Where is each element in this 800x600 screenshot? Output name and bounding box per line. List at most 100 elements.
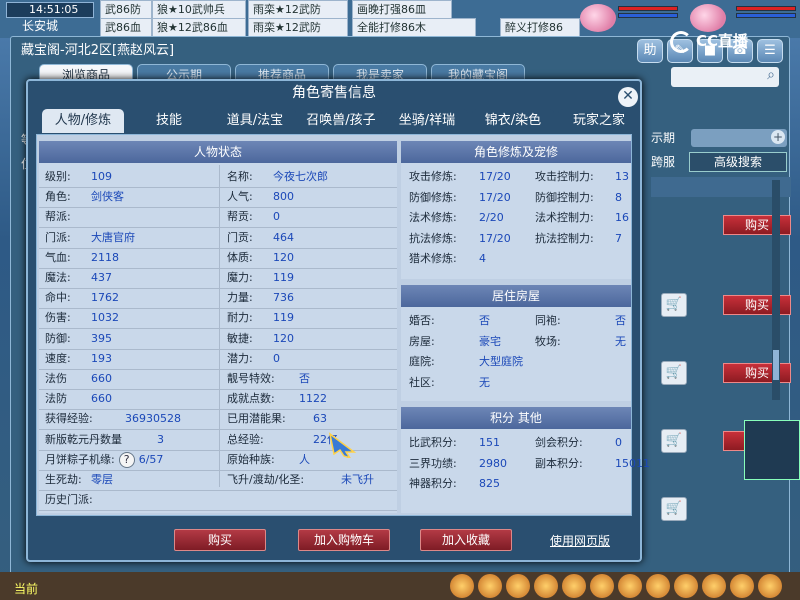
search-icon[interactable]: ⌕ bbox=[767, 67, 775, 83]
stat-label: 命中: bbox=[45, 291, 71, 305]
tab-character[interactable]: 人物/修炼 bbox=[42, 109, 124, 133]
team-banner[interactable]: 狼★10武帅兵 bbox=[152, 0, 246, 20]
stat-row: 潜力: 0 bbox=[227, 349, 280, 369]
announce-period-select[interactable]: + bbox=[691, 129, 787, 147]
team-banner[interactable]: 画晚打强86皿 bbox=[352, 0, 452, 20]
stat-label: 敏捷: bbox=[227, 331, 253, 345]
add-to-favorites-button[interactable]: 加入收藏 bbox=[420, 529, 512, 551]
stat-label: 总经验: bbox=[227, 432, 264, 446]
stat-label: 抗法修炼: bbox=[409, 231, 457, 245]
stat-row: 速度: 193 bbox=[45, 349, 112, 369]
team-banner[interactable]: 醉义打修86 bbox=[500, 18, 580, 38]
team-banner[interactable]: 雨栾★12武防 bbox=[248, 18, 348, 38]
player-avatar[interactable] bbox=[580, 4, 616, 32]
city-name: 长安城 bbox=[22, 19, 59, 33]
stat-value: 109 bbox=[91, 170, 112, 183]
stat-label: 魔法: bbox=[45, 271, 71, 284]
stat-row: 婚否: 否 bbox=[409, 311, 490, 331]
team-banner[interactable]: 全能打修86木 bbox=[352, 18, 476, 38]
search-input[interactable]: ⌕ bbox=[671, 67, 779, 87]
cart-icon[interactable]: 🛒 bbox=[661, 497, 687, 521]
modal-tabs: 人物/修炼 技能 道具/法宝 召唤兽/孩子 坐骑/祥瑞 锦衣/染色 玩家之家 bbox=[42, 109, 640, 133]
stat-label: 月饼粽子机缘: bbox=[45, 452, 115, 466]
stat-value: 193 bbox=[91, 351, 112, 365]
buy-button[interactable]: 购买 bbox=[723, 295, 791, 315]
close-icon[interactable]: ✕ bbox=[618, 87, 638, 107]
buy-button[interactable]: 购买 bbox=[723, 363, 791, 383]
shortcut-icon[interactable] bbox=[674, 574, 698, 598]
help-icon[interactable]: ? bbox=[118, 451, 135, 468]
shortcut-icon[interactable] bbox=[618, 574, 642, 598]
stat-value: 800 bbox=[273, 190, 294, 204]
tab-mounts[interactable]: 坐骑/祥瑞 bbox=[386, 109, 468, 133]
list-header bbox=[651, 177, 791, 197]
stat-label: 气血: bbox=[45, 250, 71, 264]
announce-period-label: 示期 bbox=[651, 131, 676, 145]
stat-row: 三界功绩: 2980 bbox=[409, 454, 507, 474]
help-button[interactable]: 助 bbox=[637, 39, 663, 63]
stat-row: 神器积分: 825 bbox=[409, 474, 500, 494]
shortcut-icon[interactable] bbox=[730, 574, 754, 598]
buy-button[interactable]: 购买 bbox=[723, 215, 791, 235]
stat-label: 房屋: bbox=[409, 334, 435, 348]
stat-row: 门贡: 464 bbox=[227, 228, 294, 248]
shortcut-icon[interactable] bbox=[562, 574, 586, 598]
stat-label: 攻击控制力: bbox=[535, 170, 594, 183]
pet-avatar[interactable] bbox=[690, 4, 726, 32]
shortcut-icon[interactable] bbox=[506, 574, 530, 598]
stat-label: 猎术修炼: bbox=[409, 252, 457, 265]
stat-value: 剑侠客 bbox=[91, 190, 124, 204]
stat-row: 抗法控制力: 7 bbox=[535, 229, 622, 249]
web-version-link[interactable]: 使用网页版 bbox=[550, 532, 610, 549]
channel-current[interactable]: 当前 bbox=[14, 580, 38, 597]
shortcut-icon[interactable] bbox=[590, 574, 614, 598]
tab-pets[interactable]: 召唤兽/孩子 bbox=[300, 109, 382, 133]
stat-label: 法术修炼: bbox=[409, 211, 457, 224]
stat-label: 获得经验: bbox=[45, 412, 93, 426]
stat-value: 否 bbox=[299, 372, 310, 385]
stat-value: 0 bbox=[615, 436, 622, 449]
tab-items[interactable]: 道具/法宝 bbox=[214, 109, 296, 133]
scrollbar-thumb[interactable] bbox=[773, 350, 779, 380]
tab-player-home[interactable]: 玩家之家 bbox=[558, 109, 640, 133]
side-shortcut-icons[interactable] bbox=[744, 420, 800, 480]
team-banner[interactable]: 雨栾★12武防 bbox=[248, 0, 348, 20]
stat-row: 帮贡: 0 bbox=[227, 207, 280, 227]
cart-icon[interactable]: 🛒 bbox=[661, 361, 687, 385]
game-bottom-bar: 当前 bbox=[0, 572, 800, 600]
stat-label: 庭院: bbox=[409, 355, 435, 368]
shortcut-icon[interactable] bbox=[478, 574, 502, 598]
stat-row: 已用潜能果: 63 bbox=[227, 409, 327, 429]
team-banner[interactable]: 武86血 bbox=[100, 18, 152, 38]
cart-icon[interactable]: 🛒 bbox=[661, 293, 687, 317]
shortcut-icon[interactable] bbox=[646, 574, 670, 598]
buy-button[interactable]: 购买 bbox=[174, 529, 266, 551]
plus-icon[interactable]: + bbox=[771, 130, 785, 144]
section-title: 角色修炼及宠修 bbox=[401, 141, 631, 163]
advanced-search-button[interactable]: 高级搜索 bbox=[689, 152, 787, 172]
stat-value: 1762 bbox=[91, 291, 119, 305]
stat-value: 119 bbox=[273, 271, 294, 284]
tab-skills[interactable]: 技能 bbox=[128, 109, 210, 133]
stat-value: 无 bbox=[615, 334, 626, 348]
team-banner[interactable]: 武86防 bbox=[100, 0, 152, 20]
stat-value: 17/20 bbox=[479, 170, 511, 183]
stat-label: 帮派: bbox=[45, 210, 71, 224]
stat-value: 17/20 bbox=[479, 231, 511, 245]
cart-icon[interactable]: 🛒 bbox=[661, 429, 687, 453]
team-banner[interactable]: 狼★12武86血 bbox=[152, 18, 246, 38]
listing-scrollbar[interactable] bbox=[772, 180, 780, 400]
shortcut-icon[interactable] bbox=[758, 574, 782, 598]
shortcut-icon[interactable] bbox=[702, 574, 726, 598]
stat-row: 命中: 1762 bbox=[45, 288, 119, 308]
stat-row: 人气: 800 bbox=[227, 187, 294, 207]
add-to-cart-button[interactable]: 加入购物车 bbox=[298, 529, 390, 551]
stat-label: 防御: bbox=[45, 331, 71, 345]
shortcut-icon[interactable] bbox=[450, 574, 474, 598]
shortcut-icon[interactable] bbox=[534, 574, 558, 598]
stat-label: 名称: bbox=[227, 170, 253, 183]
tab-costume[interactable]: 锦衣/染色 bbox=[472, 109, 554, 133]
stat-label: 副本积分: bbox=[535, 456, 583, 470]
stat-label: 防御修炼: bbox=[409, 190, 457, 204]
stat-label: 速度: bbox=[45, 351, 71, 365]
